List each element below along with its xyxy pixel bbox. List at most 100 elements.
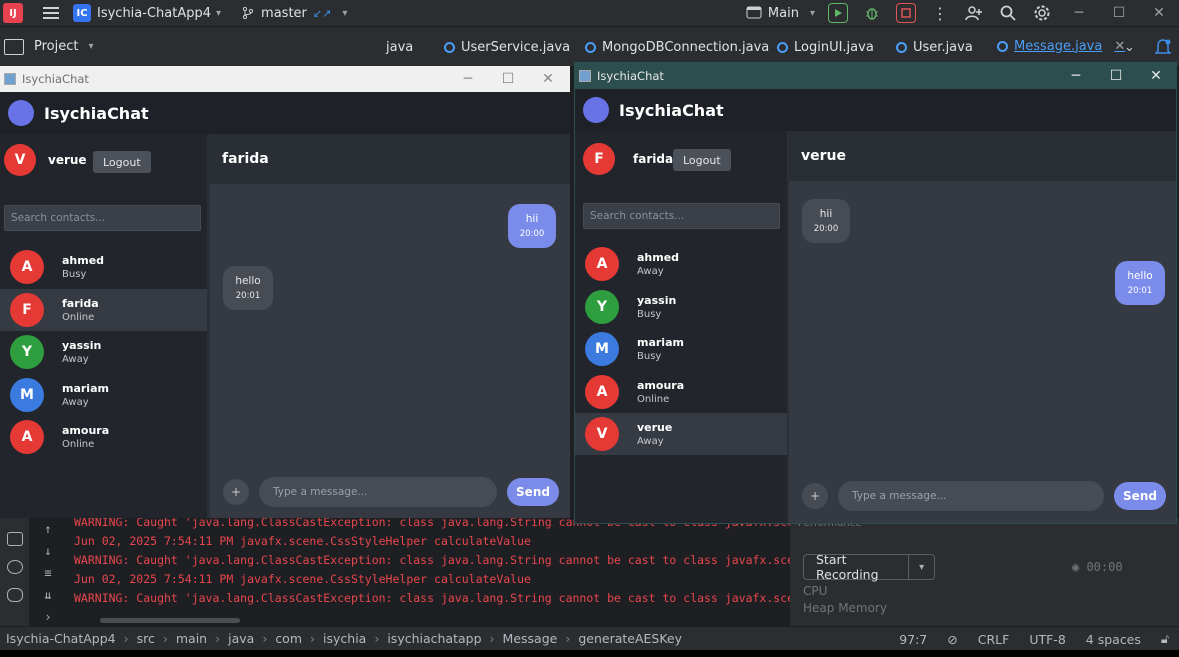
ai-assistant-icon[interactable]: ⊘ <box>947 632 957 647</box>
breadcrumb-item[interactable]: Isychia-ChatApp4 <box>6 631 116 646</box>
breadcrumb-item[interactable]: java <box>228 631 254 646</box>
logout-button[interactable]: Logout <box>673 149 731 171</box>
contact-item-verue[interactable]: Vverue Away <box>575 413 787 455</box>
branch-widget[interactable]: master ↙↗ ▾ <box>241 6 347 21</box>
scroll-to-end-icon[interactable]: ⇊ <box>30 584 66 606</box>
console-horizontal-scrollbar[interactable] <box>100 618 240 623</box>
search-contacts-input[interactable]: Search contacts... <box>4 205 201 231</box>
contact-status: Busy <box>637 308 662 320</box>
breadcrumb-item[interactable]: main <box>176 631 207 646</box>
contact-item-mariam[interactable]: Mmariam Busy <box>575 328 787 370</box>
minimize-icon[interactable]: ─ <box>1059 5 1099 21</box>
window-title-bar[interactable]: IsychiaChat ─ ☐ ✕ <box>0 66 570 92</box>
git-icon[interactable] <box>6 588 23 602</box>
close-icon[interactable]: ✕ <box>528 66 568 92</box>
add-collaborator-icon[interactable] <box>963 2 985 24</box>
logout-button[interactable]: Logout <box>93 151 151 173</box>
contacts-sidebar: F farida Logout Search contacts... Aahme… <box>575 131 787 523</box>
window-title-bar[interactable]: IsychiaChat ─ ☐ ✕ <box>575 63 1176 89</box>
java-class-icon <box>777 41 788 53</box>
run-console[interactable]: ↑ ↓ ≡ ⇊ › WARNING: Caught 'java.lang.Cla… <box>30 518 790 626</box>
minimize-icon[interactable]: ─ <box>1056 63 1096 89</box>
project-tool-button[interactable]: Project ▾ <box>4 38 94 55</box>
editor-tab[interactable]: java <box>386 27 413 67</box>
indent-setting[interactable]: 4 spaces <box>1086 632 1141 647</box>
send-button[interactable]: Send <box>507 478 559 506</box>
breadcrumb-item[interactable]: generateAESKey <box>578 631 682 646</box>
contact-info: mariam Busy <box>637 336 684 362</box>
chevron-down-icon[interactable]: ▾ <box>216 8 221 19</box>
close-icon[interactable]: ✕ <box>1139 5 1179 21</box>
contact-item-amoura[interactable]: Aamoura Online <box>575 371 787 413</box>
debug-button[interactable] <box>861 2 883 24</box>
notifications-bell-icon[interactable] <box>1155 27 1171 67</box>
settings-gear-icon[interactable] <box>1031 2 1053 24</box>
contact-item-mariam[interactable]: Mmariam Away <box>0 374 207 416</box>
editor-tab[interactable]: MongoDBConnection.java <box>585 27 769 67</box>
app-window-icon <box>4 73 16 85</box>
contact-item-yassin[interactable]: Yyassin Busy <box>575 286 787 328</box>
contact-name: yassin <box>637 293 677 307</box>
contact-name: mariam <box>62 381 109 395</box>
avatar: A <box>585 374 619 409</box>
soft-wrap-icon[interactable]: ≡ <box>30 562 66 584</box>
message-input[interactable] <box>259 477 497 507</box>
message-bubble-in: hii 20:00 <box>802 199 850 243</box>
chat-window-verue: IsychiaChat ─ ☐ ✕ IsychiaChat V verue Lo… <box>0 66 570 518</box>
breadcrumb-item[interactable]: isychiachatapp <box>387 631 481 646</box>
contact-info: farida Online <box>62 297 99 323</box>
maximize-icon[interactable]: ☐ <box>488 66 528 92</box>
lock-icon[interactable]: 🔓︎ <box>1161 631 1169 647</box>
breadcrumb-item[interactable]: isychia <box>323 631 366 646</box>
hamburger-menu-icon[interactable] <box>43 7 59 19</box>
breadcrumb-item[interactable]: Message <box>503 631 558 646</box>
editor-tab-active[interactable]: Message.java ✕ <box>997 27 1126 67</box>
scroll-down-icon[interactable]: ↓ <box>30 540 66 562</box>
breadcrumb-item[interactable]: com <box>275 631 302 646</box>
more-actions-icon[interactable]: ⋮ <box>929 2 951 24</box>
contact-item-amoura[interactable]: Aamoura Online <box>0 416 207 458</box>
close-icon[interactable]: ✕ <box>1136 63 1176 89</box>
profiler-panel: Performance Start Recording ▾ ◉ 00:00 CP… <box>790 518 1179 626</box>
scroll-up-icon[interactable]: ↑ <box>30 518 66 540</box>
expand-icon[interactable]: › <box>30 606 66 626</box>
file-encoding[interactable]: UTF-8 <box>1029 632 1065 647</box>
contact-item-yassin[interactable]: Yyassin Away <box>0 331 207 373</box>
search-icon[interactable] <box>997 2 1019 24</box>
run-config-selector[interactable]: Main ▾ <box>746 6 815 21</box>
contact-info: yassin Away <box>62 339 101 365</box>
maximize-icon[interactable]: ☐ <box>1096 63 1136 89</box>
project-name[interactable]: Isychia-ChatApp4 <box>97 6 211 21</box>
editor-tab[interactable]: User.java <box>896 27 973 67</box>
app-header: IsychiaChat <box>0 92 570 134</box>
contact-item-farida[interactable]: Ffarida Online <box>0 288 207 331</box>
send-button[interactable]: Send <box>1114 482 1166 510</box>
contact-info: yassin Busy <box>637 294 676 320</box>
editor-tab[interactable]: UserService.java <box>444 27 570 67</box>
line-separator[interactable]: CRLF <box>978 632 1010 647</box>
project-tool-label: Project <box>34 39 79 54</box>
run-button[interactable] <box>827 2 849 24</box>
attach-plus-button[interactable]: + <box>802 483 828 509</box>
editor-tab[interactable]: LoginUI.java <box>777 27 874 67</box>
message-input[interactable] <box>838 481 1104 511</box>
search-contacts-input[interactable]: Search contacts... <box>583 203 780 229</box>
chat-pane: farida hii 20:00 hello 20:01 + Send <box>210 134 570 518</box>
terminal-icon[interactable] <box>6 532 23 546</box>
minimize-icon[interactable]: ─ <box>448 66 488 92</box>
caret-position[interactable]: 97:7 <box>899 632 927 647</box>
problems-icon[interactable] <box>6 560 23 574</box>
contact-item-ahmed[interactable]: Aahmed Away <box>575 243 787 285</box>
chevron-down-icon[interactable]: ▾ <box>908 555 934 579</box>
ide-logo-icon[interactable]: IJ <box>3 3 23 23</box>
attach-plus-button[interactable]: + <box>223 479 249 505</box>
breadcrumb-item[interactable]: src <box>137 631 155 646</box>
tabs-overflow-chevron-icon[interactable]: ⌄ <box>1124 27 1135 67</box>
maximize-icon[interactable]: ☐ <box>1099 5 1139 21</box>
stop-button[interactable] <box>895 2 917 24</box>
console-line: Jun 02, 2025 7:54:11 PM javafx.scene.Css… <box>74 572 531 586</box>
cpu-label: CPU <box>803 584 828 598</box>
contact-item-ahmed[interactable]: Aahmed Busy <box>0 246 207 288</box>
chat-window-farida: IsychiaChat ─ ☐ ✕ IsychiaChat F farida L… <box>574 62 1177 524</box>
start-recording-button[interactable]: Start Recording ▾ <box>803 552 935 582</box>
